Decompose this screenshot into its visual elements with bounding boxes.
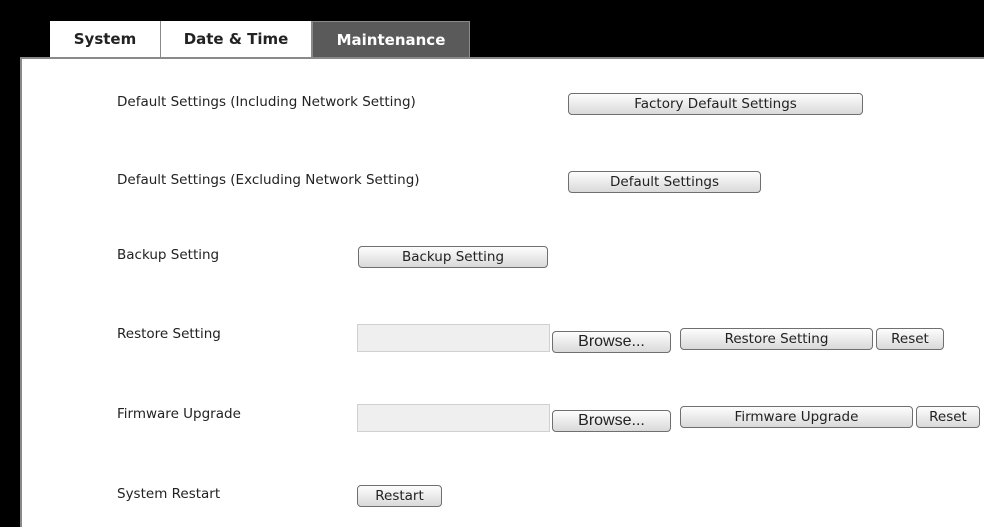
- tab-system[interactable]: System: [50, 21, 161, 57]
- backup-setting-button[interactable]: Backup Setting: [358, 246, 548, 268]
- tab-date-time[interactable]: Date & Time: [161, 21, 312, 57]
- backup-setting-label: Backup Setting: [117, 247, 220, 263]
- restore-file-field[interactable]: [357, 324, 550, 352]
- system-restart-label: System Restart: [117, 486, 221, 502]
- firmware-upgrade-label: Firmware Upgrade: [117, 406, 241, 422]
- default-settings-button[interactable]: Default Settings: [568, 171, 761, 193]
- factory-default-button[interactable]: Factory Default Settings: [568, 93, 863, 115]
- tab-bar: System Date & Time Maintenance: [50, 21, 470, 57]
- tab-maintenance[interactable]: Maintenance: [312, 21, 470, 57]
- firmware-file-field[interactable]: [357, 404, 550, 432]
- restore-reset-button[interactable]: Reset: [876, 328, 944, 350]
- restart-button[interactable]: Restart: [357, 485, 442, 507]
- maintenance-panel: Default Settings (Including Network Sett…: [20, 57, 984, 527]
- factory-default-label: Default Settings (Including Network Sett…: [117, 94, 416, 110]
- default-settings-label: Default Settings (Excluding Network Sett…: [117, 172, 420, 188]
- firmware-upgrade-button[interactable]: Firmware Upgrade: [680, 406, 913, 428]
- restore-browse-button[interactable]: Browse...: [552, 331, 671, 353]
- restore-setting-label: Restore Setting: [117, 326, 221, 342]
- restore-setting-button[interactable]: Restore Setting: [680, 328, 873, 350]
- firmware-reset-button[interactable]: Reset: [916, 406, 980, 428]
- firmware-browse-button[interactable]: Browse...: [552, 410, 671, 432]
